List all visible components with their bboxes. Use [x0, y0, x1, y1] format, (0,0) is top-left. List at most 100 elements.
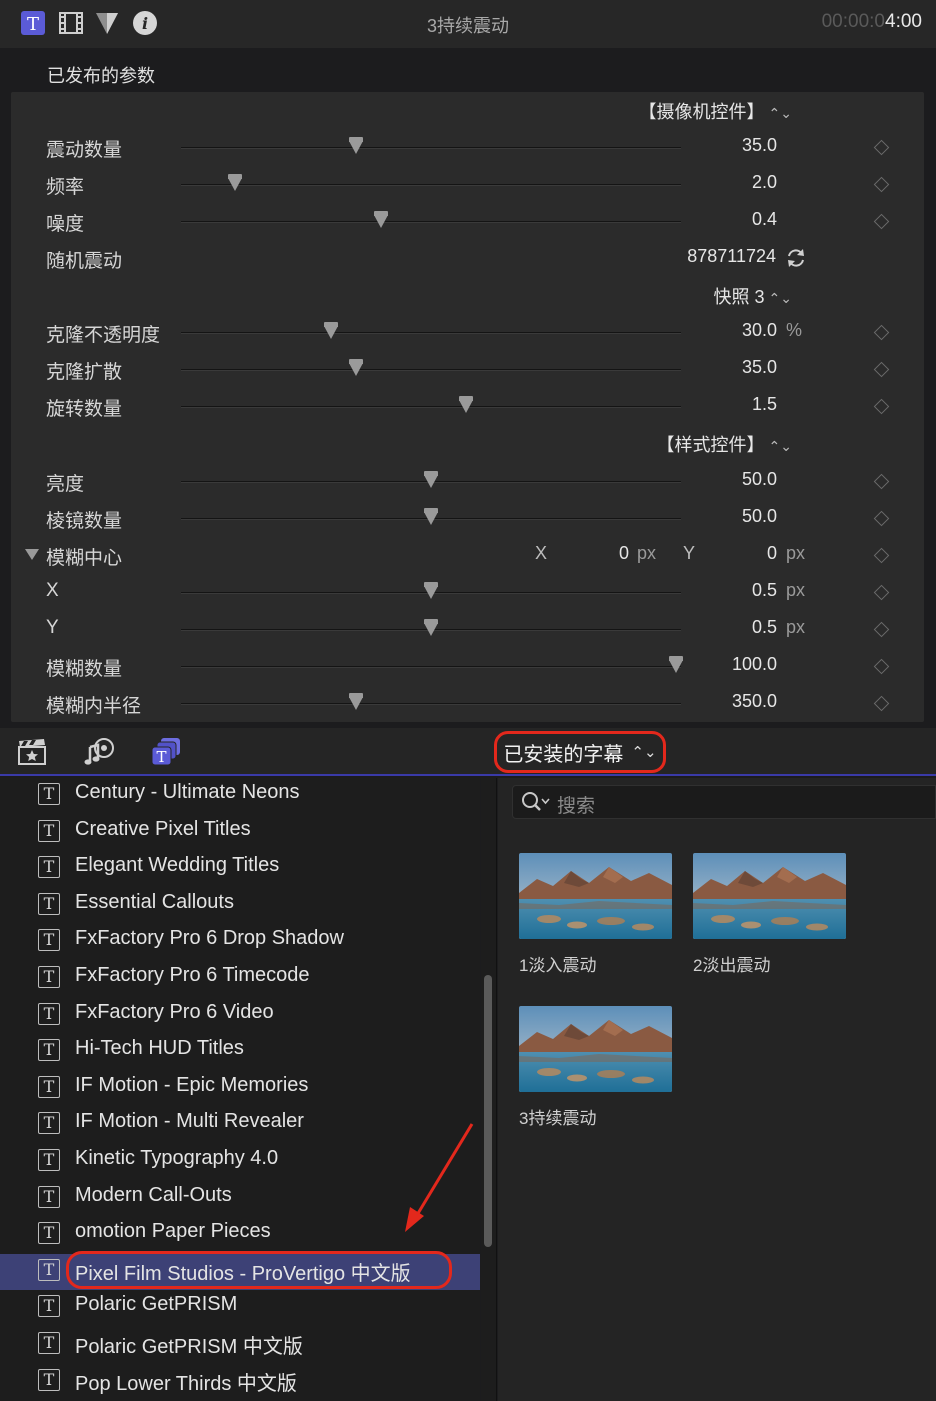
- param-slider[interactable]: [181, 703, 681, 705]
- slider-thumb[interactable]: [349, 137, 363, 154]
- list-item-label: IF Motion - Multi Revealer: [75, 1110, 304, 1133]
- list-item[interactable]: T Century - Ultimate Neons: [0, 778, 480, 814]
- keyframe-icon[interactable]: [873, 361, 890, 378]
- param-slider[interactable]: [181, 406, 681, 408]
- param-value[interactable]: 30.0: [742, 320, 777, 341]
- list-item[interactable]: T omotion Paper Pieces: [0, 1217, 480, 1253]
- list-item[interactable]: T Creative Pixel Titles: [0, 815, 480, 851]
- param-value[interactable]: 878711724: [687, 246, 776, 267]
- slider-thumb[interactable]: [324, 322, 338, 339]
- list-item[interactable]: T Elegant Wedding Titles: [0, 851, 480, 887]
- param-value[interactable]: 350.0: [732, 691, 777, 712]
- clapper-star-icon[interactable]: [16, 736, 48, 768]
- param-value[interactable]: 0.4: [752, 209, 777, 230]
- title-thumbnail[interactable]: 1淡入震动: [519, 853, 672, 976]
- keyframe-icon[interactable]: [873, 510, 890, 527]
- list-item[interactable]: T Pop Lower Thirds 中文版: [0, 1364, 480, 1400]
- param-row-slider: 震动数量 35.0: [11, 129, 924, 166]
- slider-thumb[interactable]: [424, 471, 438, 488]
- param-row-slider: 模糊数量 100.0: [11, 648, 924, 685]
- titles-generators-icon[interactable]: T: [150, 736, 182, 768]
- group-popup-button[interactable]: 快照 3 ⌃⌄: [714, 283, 792, 309]
- inspector-toolbar: T i 3持续震动 00:00:04:00: [0, 0, 936, 48]
- slider-thumb[interactable]: [424, 508, 438, 525]
- installed-titles-popup[interactable]: 已安装的字幕 ⌃⌄: [494, 731, 666, 773]
- title-thumbnail[interactable]: 3持续震动: [519, 1006, 672, 1129]
- point-x-value[interactable]: 0: [619, 543, 629, 564]
- keyframe-icon[interactable]: [873, 621, 890, 638]
- list-item-label: Elegant Wedding Titles: [75, 854, 280, 877]
- param-slider[interactable]: [181, 369, 681, 371]
- list-item[interactable]: T Polaric GetPRISM 中文版: [0, 1327, 480, 1363]
- param-value[interactable]: 35.0: [742, 357, 777, 378]
- group-popup-button[interactable]: 【摄像机控件】 ⌃⌄: [639, 98, 792, 124]
- list-item[interactable]: T FxFactory Pro 6 Video: [0, 998, 480, 1034]
- published-params-title: 已发布的参数: [47, 66, 155, 86]
- popup-chevron-icon: ⌃⌄: [768, 438, 792, 454]
- slider-thumb[interactable]: [374, 211, 388, 228]
- refresh-icon[interactable]: [785, 247, 807, 274]
- list-item-label: Creative Pixel Titles: [75, 817, 251, 840]
- param-unit: px: [786, 580, 806, 600]
- title-thumbnail[interactable]: 2淡出震动: [693, 853, 846, 976]
- slider-thumb[interactable]: [424, 582, 438, 599]
- parameters-panel: 【摄像机控件】 ⌃⌄ 震动数量 35.0 频率 2.0 噪度 0.4 随机震动 87…: [11, 92, 924, 722]
- slider-thumb[interactable]: [669, 656, 683, 673]
- list-scroll-thumb[interactable]: [484, 975, 492, 1247]
- search-icon: [521, 791, 551, 818]
- timecode-dim: 00:00:0: [821, 11, 886, 32]
- list-item[interactable]: T IF Motion - Multi Revealer: [0, 1107, 480, 1143]
- param-slider[interactable]: [181, 221, 681, 223]
- list-item[interactable]: T Polaric GetPRISM: [0, 1290, 480, 1326]
- keyframe-icon[interactable]: [873, 695, 890, 712]
- thumbnail-caption: 3持续震动: [519, 1109, 597, 1128]
- keyframe-icon[interactable]: [873, 324, 890, 341]
- clip-title: 3持续震动: [426, 16, 509, 36]
- group-popup-button[interactable]: 【样式控件】 ⌃⌄: [657, 431, 792, 457]
- param-group-popup: 【样式控件】 ⌃⌄: [11, 425, 924, 462]
- slider-thumb[interactable]: [228, 174, 242, 191]
- keyframe-icon[interactable]: [873, 139, 890, 156]
- music-photo-icon[interactable]: [84, 736, 116, 768]
- mountain-lake-thumbnail: [693, 853, 846, 939]
- param-slider[interactable]: [181, 147, 681, 149]
- list-item[interactable]: T IF Motion - Epic Memories: [0, 1071, 480, 1107]
- param-slider[interactable]: [181, 666, 681, 668]
- keyframe-icon[interactable]: [873, 213, 890, 230]
- param-value[interactable]: 100.0: [732, 654, 777, 675]
- param-value[interactable]: 35.0: [742, 135, 777, 156]
- list-item[interactable]: T Kinetic Typography 4.0: [0, 1144, 480, 1180]
- slider-thumb[interactable]: [459, 396, 473, 413]
- param-value[interactable]: 50.0: [742, 469, 777, 490]
- point-y-value[interactable]: 0: [767, 543, 777, 564]
- keyframe-icon[interactable]: [873, 473, 890, 490]
- search-field[interactable]: 搜索: [512, 785, 936, 819]
- keyframe-icon[interactable]: [873, 547, 890, 564]
- param-label: 旋转数量: [46, 399, 123, 420]
- list-item[interactable]: T Essential Callouts: [0, 888, 480, 924]
- param-slider[interactable]: [181, 184, 681, 186]
- title-template-icon: T: [38, 1185, 60, 1208]
- title-template-icon: T: [38, 1149, 60, 1171]
- param-value[interactable]: 50.0: [742, 506, 777, 527]
- param-label: Y: [46, 617, 59, 638]
- slider-thumb[interactable]: [424, 619, 438, 636]
- param-slider[interactable]: [181, 332, 681, 334]
- slider-thumb[interactable]: [349, 693, 363, 710]
- list-item[interactable]: T FxFactory Pro 6 Drop Shadow: [0, 924, 480, 960]
- list-item[interactable]: T Modern Call-Outs: [0, 1181, 480, 1217]
- param-value[interactable]: 0.5: [752, 617, 777, 638]
- title-template-icon: T: [38, 1002, 60, 1025]
- list-item[interactable]: T Hi-Tech HUD Titles: [0, 1034, 480, 1070]
- keyframe-icon[interactable]: [873, 658, 890, 675]
- keyframe-icon[interactable]: [873, 176, 890, 193]
- param-value[interactable]: 0.5: [752, 580, 777, 601]
- keyframe-icon[interactable]: [873, 398, 890, 415]
- keyframe-icon[interactable]: [873, 584, 890, 601]
- disclosure-triangle-icon[interactable]: [25, 549, 39, 560]
- param-value[interactable]: 1.5: [752, 394, 777, 415]
- list-item[interactable]: T FxFactory Pro 6 Timecode: [0, 961, 480, 997]
- slider-thumb[interactable]: [349, 359, 363, 376]
- param-label: 克隆不透明度: [46, 325, 161, 346]
- param-value[interactable]: 2.0: [752, 172, 777, 193]
